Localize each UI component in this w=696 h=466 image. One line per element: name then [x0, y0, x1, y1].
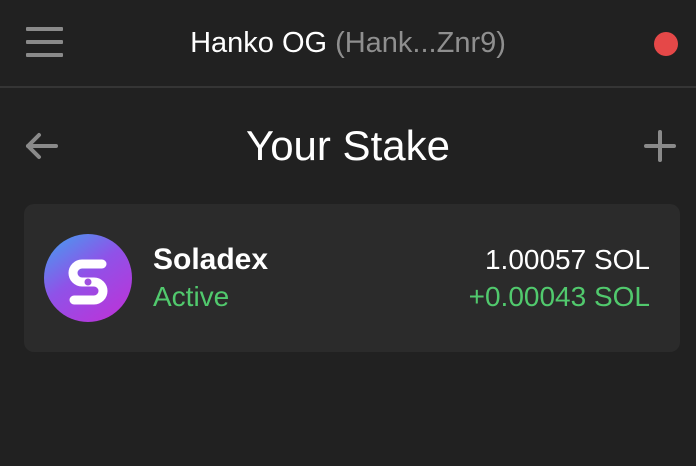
stake-account-card[interactable]: Soladex Active 1.00057 SOL +0.00043 SOL: [24, 204, 680, 352]
stake-rewards: +0.00043 SOL: [468, 281, 650, 312]
wallet-name: Hanko OG: [190, 27, 328, 59]
plus-icon[interactable]: [642, 128, 678, 164]
stake-status: Active: [153, 281, 230, 312]
connection-status-dot-icon[interactable]: [654, 32, 678, 56]
validator-name: Soladex: [153, 243, 269, 276]
wallet-selector[interactable]: Hanko OG (Hank...Znr9): [0, 26, 696, 60]
page-title: Your Stake: [246, 122, 450, 169]
header-bar: Hanko OG (Hank...Znr9): [0, 0, 696, 88]
app-window: Hanko OG (Hank...Znr9) Your Stake Soladex…: [0, 0, 696, 466]
stake-amount: 1.00057 SOL: [484, 244, 650, 275]
wallet-address: (Hank...Znr9): [335, 27, 506, 59]
soladex-logo-icon: [44, 234, 132, 322]
